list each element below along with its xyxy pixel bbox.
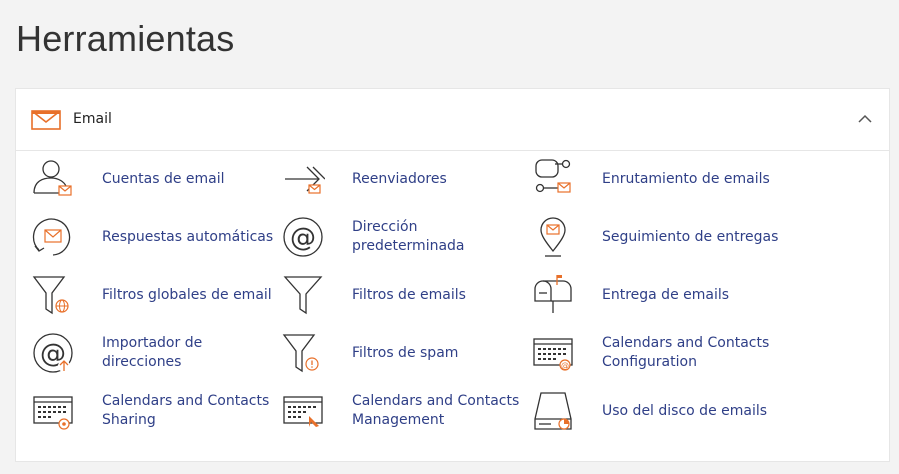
calendars-sharing-icon bbox=[33, 396, 73, 430]
tool-label: Calendars and Contacts Management bbox=[352, 393, 520, 428]
tool-email-deliverability[interactable]: Entrega de emails bbox=[531, 273, 782, 317]
tool-label: Respuestas automáticas bbox=[102, 228, 274, 245]
page-title: Herramientas bbox=[16, 18, 235, 59]
tool-spam-filters[interactable]: Filtros de spam bbox=[281, 331, 532, 375]
track-delivery-icon bbox=[540, 217, 566, 257]
svg-text:@: @ bbox=[290, 223, 316, 253]
tool-label: Calendars and Contacts Configuration bbox=[602, 335, 770, 370]
calendars-config-icon: @ bbox=[533, 338, 573, 371]
tool-label: Importador de direcciones bbox=[102, 335, 203, 370]
tool-email-disk-usage[interactable]: Uso del disco de emails bbox=[531, 389, 782, 433]
tool-label: Calendars and Contacts Sharing bbox=[102, 393, 270, 428]
chevron-up-icon[interactable] bbox=[858, 114, 872, 123]
email-routing-icon bbox=[535, 159, 571, 193]
email-section-header[interactable]: Email bbox=[16, 89, 889, 151]
tool-label: Filtros de emails bbox=[352, 286, 466, 303]
email-filters-icon bbox=[283, 276, 323, 315]
tool-default-address[interactable]: @ Dirección predeterminada bbox=[281, 215, 532, 259]
tool-label: Uso del disco de emails bbox=[602, 402, 768, 419]
tool-label: Enrutamiento de emails bbox=[602, 170, 770, 187]
tool-label: Reenviadores bbox=[352, 170, 447, 187]
tool-email-routing[interactable]: Enrutamiento de emails bbox=[531, 157, 782, 201]
tool-label: Cuentas de email bbox=[102, 170, 225, 187]
email-disk-usage-icon bbox=[534, 392, 572, 430]
email-panel: Email Cuentas de email Reenviadores Enru… bbox=[15, 88, 890, 462]
spam-filters-icon bbox=[282, 334, 319, 373]
autoresponders-icon bbox=[32, 218, 71, 256]
tool-calendars-sharing[interactable]: Calendars and Contacts Sharing bbox=[31, 389, 282, 433]
tool-email-filters[interactable]: Filtros de emails bbox=[281, 273, 532, 317]
tool-label: Filtros globales de email bbox=[102, 286, 272, 303]
tool-address-importer[interactable]: @ Importador de direcciones bbox=[31, 331, 282, 375]
tool-label: Entrega de emails bbox=[602, 286, 730, 303]
tool-email-accounts[interactable]: Cuentas de email bbox=[31, 157, 282, 201]
tool-calendars-management[interactable]: Calendars and Contacts Management bbox=[281, 389, 532, 433]
email-accounts-icon bbox=[33, 160, 72, 196]
tool-track-delivery[interactable]: Seguimiento de entregas bbox=[531, 215, 782, 259]
email-deliverability-icon bbox=[534, 275, 572, 313]
global-email-filters-icon bbox=[32, 276, 69, 315]
envelope-icon bbox=[31, 110, 61, 130]
calendars-management-icon bbox=[283, 396, 323, 427]
tool-calendars-configuration[interactable]: @ Calendars and Contacts Configuration bbox=[531, 331, 782, 375]
svg-text:@: @ bbox=[561, 361, 569, 370]
tool-autoresponders[interactable]: Respuestas automáticas bbox=[31, 215, 282, 259]
default-address-icon: @ bbox=[283, 217, 323, 257]
address-importer-icon: @ bbox=[33, 333, 73, 373]
tool-label: Filtros de spam bbox=[352, 344, 459, 361]
tool-label: Seguimiento de entregas bbox=[602, 228, 779, 245]
tool-label: Dirección predeterminada bbox=[352, 219, 465, 254]
tool-global-email-filters[interactable]: Filtros globales de email bbox=[31, 273, 282, 317]
forwarders-icon bbox=[285, 166, 325, 194]
tool-forwarders[interactable]: Reenviadores bbox=[281, 157, 532, 201]
section-title: Email bbox=[73, 111, 112, 127]
